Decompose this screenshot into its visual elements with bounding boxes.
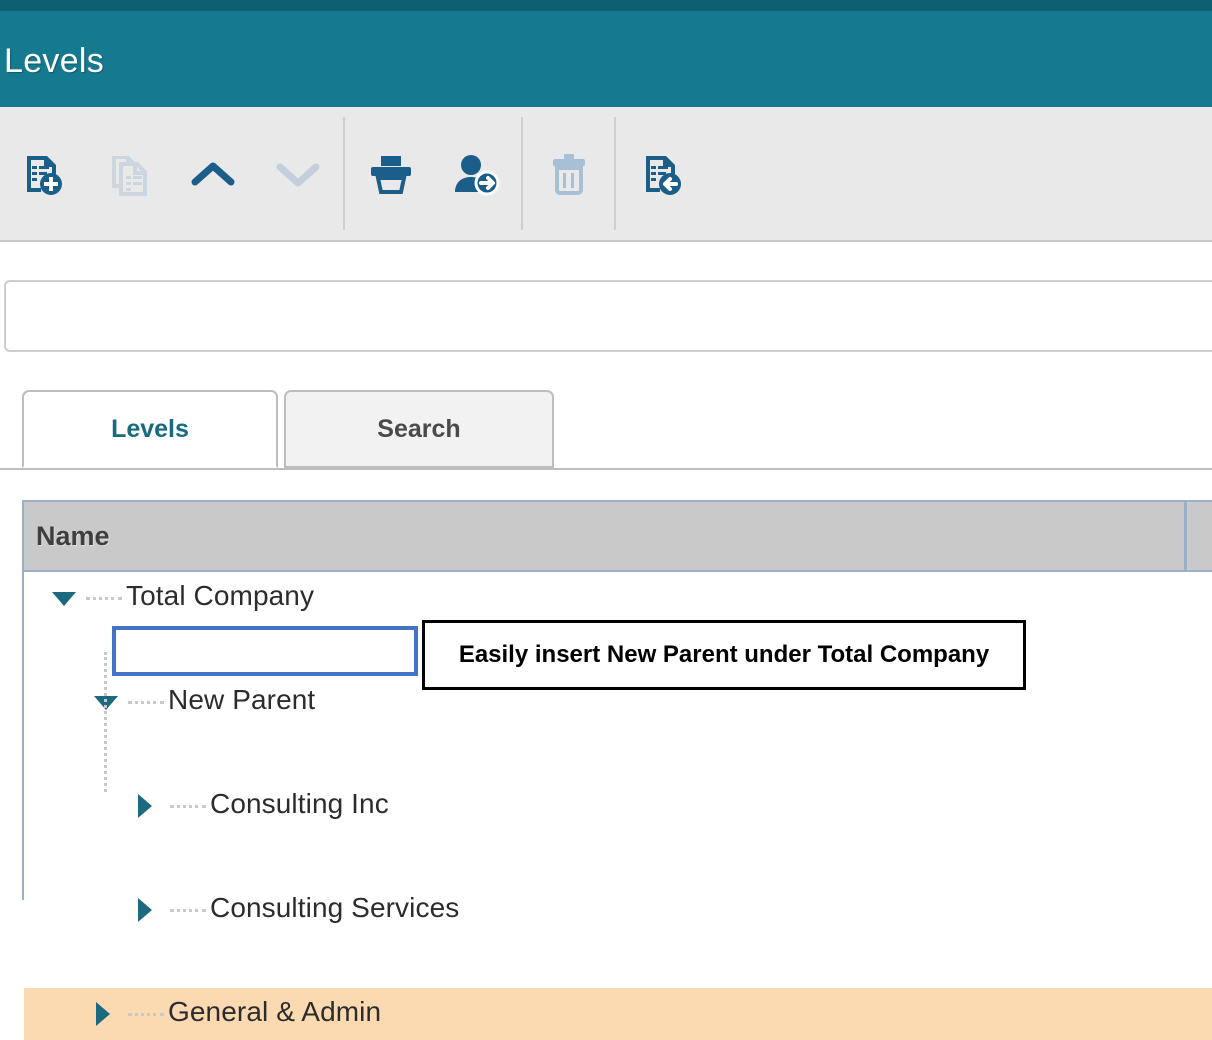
expand-toggle-icon[interactable] bbox=[96, 1002, 110, 1026]
assign-user-button[interactable] bbox=[433, 107, 518, 240]
tab-search-label: Search bbox=[377, 414, 461, 443]
document-copy-icon bbox=[111, 155, 147, 196]
window-title-bar: Levels bbox=[0, 0, 1212, 107]
tree-node-label: General & Admin bbox=[168, 996, 382, 1027]
trash-icon bbox=[552, 153, 585, 195]
user-add-icon bbox=[454, 154, 499, 195]
toolbar-group-delete bbox=[526, 107, 611, 240]
levels-grid: Name Total Company New Parent Consulting… bbox=[22, 500, 1212, 1040]
tree-node-label: Total Company bbox=[126, 580, 315, 611]
chevron-up-icon bbox=[191, 162, 234, 185]
new-level-button[interactable] bbox=[0, 107, 85, 240]
callout-annotation: Easily insert New Parent under Total Com… bbox=[422, 620, 1026, 690]
column-header-name[interactable]: Name bbox=[24, 521, 1184, 552]
title-bar-accent-strip bbox=[0, 0, 1212, 11]
tab-levels[interactable]: Levels bbox=[22, 390, 278, 468]
filter-bar bbox=[0, 242, 1212, 382]
tree-connector bbox=[128, 701, 164, 707]
table-row[interactable]: Consulting Services bbox=[24, 884, 1212, 936]
tab-bar: Levels Search bbox=[0, 386, 1212, 470]
table-row[interactable]: Total Company bbox=[24, 572, 1212, 624]
toolbar-separator-1 bbox=[343, 117, 345, 230]
toolbar bbox=[0, 107, 1212, 242]
toolbar-group-actions bbox=[348, 107, 518, 240]
expand-toggle-icon[interactable] bbox=[138, 794, 152, 818]
page-title: Levels bbox=[4, 42, 105, 80]
table-row[interactable]: General & Admin bbox=[24, 988, 1212, 1040]
tree-connector bbox=[170, 909, 206, 915]
tab-underline bbox=[0, 468, 1212, 470]
toolbar-group-edit bbox=[0, 107, 340, 240]
expand-toggle-icon[interactable] bbox=[138, 898, 152, 922]
tree-node-label: Consulting Inc bbox=[210, 788, 389, 819]
copy-level-button[interactable] bbox=[85, 107, 170, 240]
tree-node-label: Consulting Services bbox=[210, 892, 460, 923]
tree-vertical-connector bbox=[104, 652, 110, 792]
toolbar-group-insert bbox=[619, 107, 704, 240]
move-down-button[interactable] bbox=[255, 107, 340, 240]
table-row[interactable]: Consulting Inc bbox=[24, 780, 1212, 832]
tree-connector bbox=[86, 597, 122, 603]
expand-toggle-icon[interactable] bbox=[52, 592, 76, 606]
insert-parent-button[interactable] bbox=[619, 107, 704, 240]
grid-header-row: Name bbox=[24, 502, 1212, 572]
toolbar-separator-2 bbox=[521, 117, 523, 230]
toolbar-separator-3 bbox=[614, 117, 616, 230]
chevron-down-icon bbox=[276, 163, 319, 186]
callout-text: Easily insert New Parent under Total Com… bbox=[458, 641, 990, 668]
search-input[interactable] bbox=[4, 280, 1212, 352]
document-add-icon bbox=[26, 155, 62, 195]
tree-node-label: New Parent bbox=[168, 684, 316, 715]
tree-connector bbox=[170, 805, 206, 811]
printer-icon bbox=[370, 155, 411, 194]
delete-button[interactable] bbox=[526, 107, 611, 240]
selected-row-outline bbox=[112, 626, 418, 676]
print-button[interactable] bbox=[348, 107, 433, 240]
column-divider[interactable] bbox=[1184, 502, 1187, 570]
tab-levels-label: Levels bbox=[111, 414, 189, 443]
document-insert-left-icon bbox=[645, 155, 681, 195]
tree-connector bbox=[128, 1013, 164, 1019]
tab-search[interactable]: Search bbox=[284, 390, 554, 468]
move-up-button[interactable] bbox=[170, 107, 255, 240]
